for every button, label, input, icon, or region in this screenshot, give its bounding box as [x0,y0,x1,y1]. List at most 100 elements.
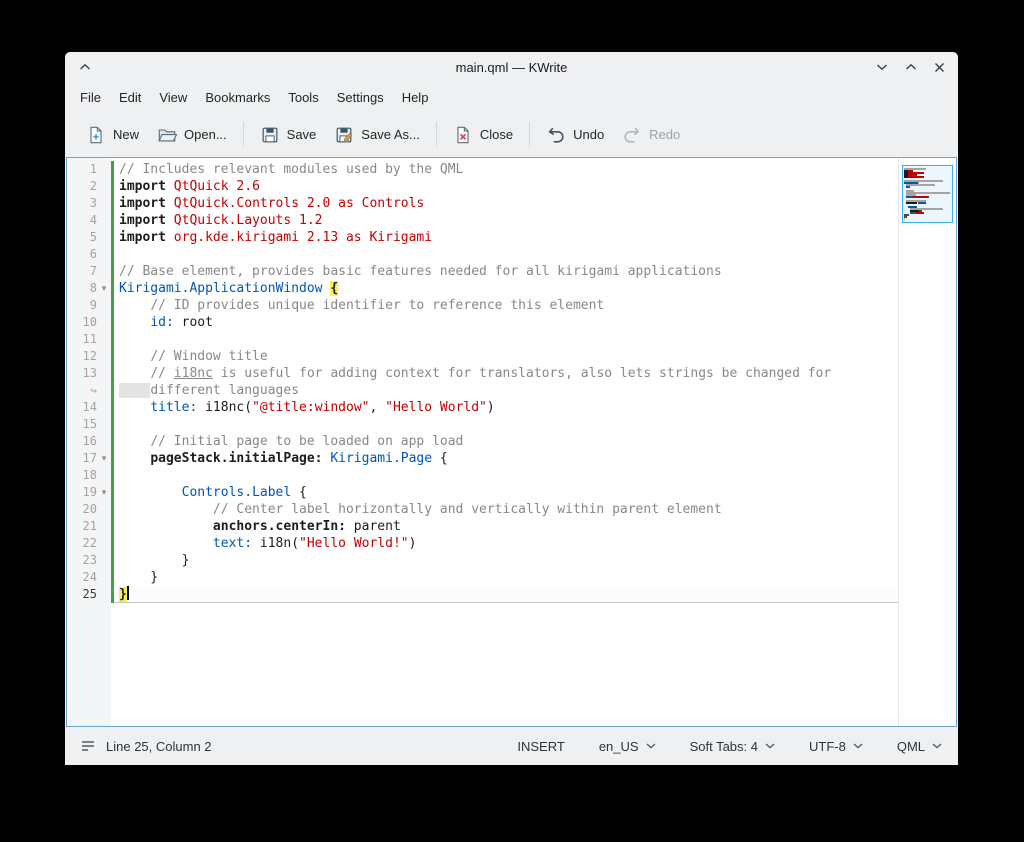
code-line: 14 title: i18nc("@title:window", "Hello … [67,399,899,416]
document-save-icon [260,125,280,145]
code-line-text[interactable]: } [114,552,899,569]
keep-above-icon[interactable] [79,63,91,71]
code-line-text[interactable]: // Base element, provides basic features… [114,263,899,280]
code-line-text[interactable]: } [114,569,899,586]
line-number[interactable]: 6 [67,246,97,263]
code-line-text[interactable] [114,246,899,263]
fold-column [97,518,111,535]
line-number[interactable]: 1 [67,161,97,178]
code-line-text[interactable]: id: root [114,314,899,331]
code-line: 19▾ Controls.Label { [67,484,899,501]
code-line-text[interactable]: // Initial page to be loaded on app load [114,433,899,450]
code-line: 25} [67,586,899,603]
fold-column [97,382,111,399]
line-number[interactable]: 3 [67,195,97,212]
line-number[interactable]: 9 [67,297,97,314]
menu-settings[interactable]: Settings [328,86,393,109]
code-line-text[interactable]: anchors.centerIn: parent [114,518,899,535]
menu-view[interactable]: View [150,86,196,109]
line-number[interactable]: 10 [67,314,97,331]
code-line-text[interactable]: // Window title [114,348,899,365]
line-number[interactable]: 2 [67,178,97,195]
toolbar-close-button[interactable]: Close [444,119,522,151]
line-number[interactable]: 7 [67,263,97,280]
statusbar-utf-8[interactable]: UTF-8 [809,739,863,754]
line-number[interactable]: 19 [67,484,97,501]
titlebar[interactable]: main.qml — KWrite [65,52,958,82]
close-icon[interactable] [934,62,945,73]
code-line-text[interactable]: Kirigami.ApplicationWindow { [114,280,899,297]
line-number[interactable]: 20 [67,501,97,518]
cursor-position: Line 25, Column 2 [106,739,212,754]
statusbar-label: en_US [599,739,639,754]
toolbar-save-as-button[interactable]: Save As... [325,119,429,151]
line-number[interactable]: 14 [67,399,97,416]
line-number[interactable]: 23 [67,552,97,569]
statusbar-insert[interactable]: INSERT [517,739,564,754]
fold-marker-icon[interactable]: ▾ [97,450,111,467]
fold-marker-icon[interactable]: ▾ [97,484,111,501]
maximize-icon[interactable] [905,63,917,71]
statusbar-qml[interactable]: QML [897,739,942,754]
line-number[interactable]: 24 [67,569,97,586]
line-number[interactable]: 11 [67,331,97,348]
code-line-text[interactable]: text: i18n("Hello World!") [114,535,899,552]
toolbar-separator [529,122,530,147]
menu-edit[interactable]: Edit [110,86,150,109]
line-number[interactable]: 17 [67,450,97,467]
menu-bookmarks[interactable]: Bookmarks [196,86,279,109]
code-line-text[interactable]: // Center label horizontally and vertica… [114,501,899,518]
document-close-icon [453,125,473,145]
line-number[interactable]: 12 [67,348,97,365]
toolbar-label: Redo [649,127,680,142]
line-number[interactable]: 22 [67,535,97,552]
code-line-text[interactable]: different languages [114,382,899,399]
code-line-text[interactable]: pageStack.initialPage: Kirigami.Page { [114,450,899,467]
editor[interactable]: 1 // Includes relevant modules used by th… [66,157,957,727]
code-line-text[interactable]: // Includes relevant modules used by the… [114,161,899,178]
minimap-scrollbar[interactable] [898,158,956,726]
code-line-text[interactable]: // i18nc is useful for adding context fo… [114,365,899,382]
line-number[interactable]: 13 [67,365,97,382]
menu-tools[interactable]: Tools [279,86,327,109]
code-line-text[interactable]: Controls.Label { [114,484,899,501]
code-line-text[interactable]: } [114,586,899,603]
toolbar-new-button[interactable]: New [77,119,148,151]
statusbar-lines-icon[interactable] [81,740,95,752]
code-line-text[interactable] [114,467,899,484]
statusbar-soft-tabs-4[interactable]: Soft Tabs: 4 [690,739,775,754]
fold-column [97,433,111,450]
statusbar-en-us[interactable]: en_US [599,739,656,754]
code-line-text[interactable]: title: i18nc("@title:window", "Hello Wor… [114,399,899,416]
fold-column [97,399,111,416]
toolbar-undo-button[interactable]: Undo [537,119,613,151]
code-area[interactable]: 1 // Includes relevant modules used by th… [67,158,899,726]
line-number[interactable]: 18 [67,467,97,484]
line-number[interactable]: 16 [67,433,97,450]
menu-file[interactable]: File [71,86,110,109]
undo-icon [546,125,566,145]
kwrite-window: main.qml — KWrite FileEditViewBookmarksT… [65,52,958,765]
code-line-text[interactable]: // ID provides unique identifier to refe… [114,297,899,314]
menu-help[interactable]: Help [393,86,438,109]
code-line-text[interactable] [114,416,899,433]
code-line-text[interactable]: import QtQuick 2.6 [114,178,899,195]
minimize-icon[interactable] [876,63,888,71]
code-line: 8▾Kirigami.ApplicationWindow { [67,280,899,297]
code-line-text[interactable]: import QtQuick.Layouts 1.2 [114,212,899,229]
line-number[interactable]: 25 [67,586,97,603]
wrap-marker-icon[interactable]: ↪ [67,382,97,399]
line-number[interactable]: 15 [67,416,97,433]
code-line: 10 id: root [67,314,899,331]
minimap-view-rect[interactable] [902,165,953,223]
line-number[interactable]: 8 [67,280,97,297]
toolbar-open-button[interactable]: Open... [148,119,236,151]
line-number[interactable]: 21 [67,518,97,535]
code-line-text[interactable]: import QtQuick.Controls 2.0 as Controls [114,195,899,212]
toolbar-save-button[interactable]: Save [251,119,326,151]
code-line-text[interactable] [114,331,899,348]
fold-marker-icon[interactable]: ▾ [97,280,111,297]
line-number[interactable]: 5 [67,229,97,246]
code-line-text[interactable]: import org.kde.kirigami 2.13 as Kirigami [114,229,899,246]
line-number[interactable]: 4 [67,212,97,229]
